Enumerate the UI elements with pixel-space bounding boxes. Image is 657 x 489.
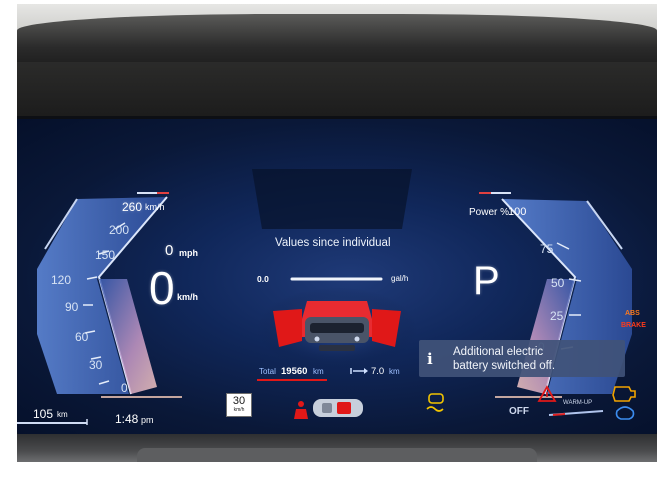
speed-limit-unit: km/h <box>233 407 245 413</box>
speed-limit-sign: 30 km/h <box>226 393 252 417</box>
power-tick-50: 50 <box>551 276 565 290</box>
range-unit: km <box>57 410 68 419</box>
instrument-cluster-screen: 260 km/h 200 150 120 90 60 30 0 0 mph 0 … <box>17 116 657 437</box>
total-label: Total <box>259 367 276 376</box>
brake-warning: BRAKE <box>621 322 646 329</box>
notification-box: i Additional electric battery switched o… <box>419 340 625 377</box>
bezel-foot <box>137 448 537 462</box>
instrument-hood <box>17 62 657 122</box>
speed-max-unit: km/h <box>145 202 165 212</box>
car-top-view-icon <box>313 399 363 417</box>
mph-value: 0 <box>165 242 174 259</box>
speed-tick-150: 150 <box>95 248 116 262</box>
off-label: OFF <box>509 406 529 417</box>
kmh-value: 0 <box>149 262 175 314</box>
consumption-value: 0.0 <box>257 274 269 284</box>
engine-check-icon <box>612 386 636 402</box>
tire-pressure-icon <box>615 406 635 420</box>
power-label: Power % <box>469 207 510 218</box>
trip-title: Values since individual <box>275 237 391 249</box>
mph-unit: mph <box>179 248 198 258</box>
consumption-unit: gal/h <box>391 274 409 283</box>
info-icon: i <box>427 350 433 368</box>
speed-max-label: 260 <box>122 200 143 214</box>
power-max: 100 <box>508 206 527 218</box>
speed-limit-value: 30 <box>232 395 246 407</box>
speed-tick-0: 0 <box>121 381 128 395</box>
power-tick-25: 25 <box>550 309 564 323</box>
notification-line2: battery switched off. <box>453 360 556 372</box>
traction-control-icon <box>426 393 444 412</box>
total-underline <box>257 379 327 381</box>
speed-tick-200: 200 <box>109 223 130 237</box>
clock-time: 1:48 <box>115 412 139 426</box>
dash-cowl <box>17 14 657 69</box>
total-unit: km <box>313 367 324 376</box>
dashboard-photo: 260 km/h 200 150 120 90 60 30 0 0 mph 0 … <box>17 4 657 462</box>
speed-tick-90: 90 <box>65 300 79 314</box>
distance-value: 7.0 <box>371 366 385 377</box>
notification-line1: Additional electric <box>453 346 544 358</box>
warmup-label: WARM-UP <box>563 400 593 406</box>
range-value: 105 <box>33 407 54 421</box>
power-tick-75: 75 <box>540 242 554 256</box>
distance-unit: km <box>389 367 400 376</box>
kmh-unit: km/h <box>177 292 199 302</box>
abs-warning: ABS <box>625 310 640 317</box>
seatbelt-icon <box>294 401 308 419</box>
clock-suffix: pm <box>141 415 154 425</box>
total-value: 19560 <box>281 366 308 377</box>
gear-indicator: P <box>473 259 500 303</box>
speed-tick-120: 120 <box>51 273 72 287</box>
speed-tick-60: 60 <box>75 330 89 344</box>
speed-tick-30: 30 <box>89 358 103 372</box>
screen-recess <box>252 169 412 229</box>
